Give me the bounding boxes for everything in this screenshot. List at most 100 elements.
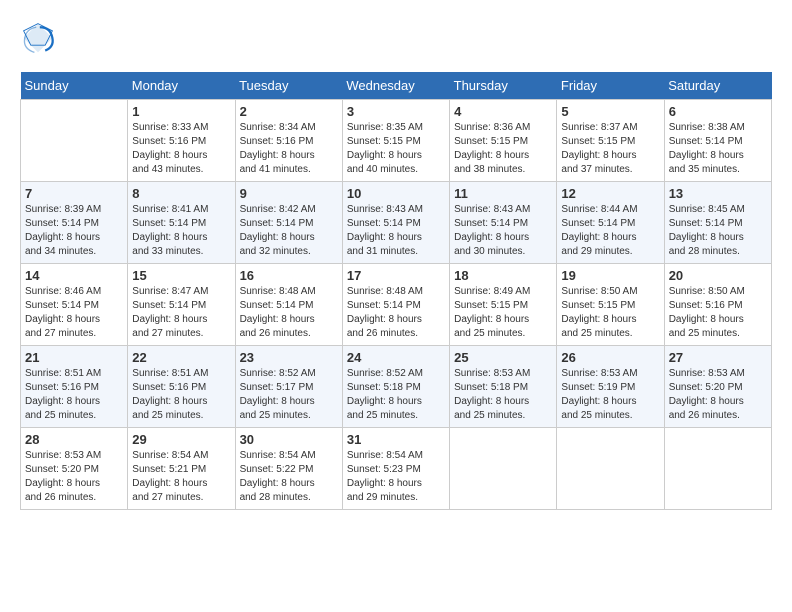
calendar-cell: 14 Sunrise: 8:46 AM Sunset: 5:14 PM Dayli… <box>21 264 128 346</box>
day-number: 16 <box>240 268 338 283</box>
day-info: Sunrise: 8:51 AM Sunset: 5:16 PM Dayligh… <box>132 367 230 423</box>
day-info: Sunrise: 8:42 AM Sunset: 5:14 PM Dayligh… <box>240 203 338 259</box>
calendar-week-row: 14 Sunrise: 8:46 AM Sunset: 5:14 PM Dayli… <box>21 264 772 346</box>
day-info: Sunrise: 8:54 AM Sunset: 5:21 PM Dayligh… <box>132 449 230 505</box>
day-number: 4 <box>454 104 552 119</box>
day-number: 28 <box>25 432 123 447</box>
day-number: 6 <box>669 104 767 119</box>
day-number: 1 <box>132 104 230 119</box>
calendar-cell <box>664 428 771 510</box>
day-info: Sunrise: 8:53 AM Sunset: 5:18 PM Dayligh… <box>454 367 552 423</box>
day-info: Sunrise: 8:45 AM Sunset: 5:14 PM Dayligh… <box>669 203 767 259</box>
day-info: Sunrise: 8:46 AM Sunset: 5:14 PM Dayligh… <box>25 285 123 341</box>
day-number: 25 <box>454 350 552 365</box>
calendar-cell: 16 Sunrise: 8:48 AM Sunset: 5:14 PM Dayli… <box>235 264 342 346</box>
day-number: 20 <box>669 268 767 283</box>
day-info: Sunrise: 8:41 AM Sunset: 5:14 PM Dayligh… <box>132 203 230 259</box>
calendar-cell: 28 Sunrise: 8:53 AM Sunset: 5:20 PM Dayli… <box>21 428 128 510</box>
calendar-cell: 27Sunrise: 8:53 AM Sunset: 5:20 PM Dayli… <box>664 346 771 428</box>
weekday-header: Sunday <box>21 72 128 100</box>
calendar-cell: 11 Sunrise: 8:43 AM Sunset: 5:14 PM Dayli… <box>450 182 557 264</box>
day-info: Sunrise: 8:54 AM Sunset: 5:22 PM Dayligh… <box>240 449 338 505</box>
day-number: 19 <box>561 268 659 283</box>
day-info: Sunrise: 8:53 AM Sunset: 5:19 PM Dayligh… <box>561 367 659 423</box>
calendar-cell: 24 Sunrise: 8:52 AM Sunset: 5:18 PM Dayli… <box>342 346 449 428</box>
calendar-cell: 17 Sunrise: 8:48 AM Sunset: 5:14 PM Dayli… <box>342 264 449 346</box>
day-number: 14 <box>25 268 123 283</box>
day-number: 8 <box>132 186 230 201</box>
day-number: 13 <box>669 186 767 201</box>
calendar-cell: 1 Sunrise: 8:33 AM Sunset: 5:16 PM Daylig… <box>128 100 235 182</box>
day-info: Sunrise: 8:35 AM Sunset: 5:15 PM Dayligh… <box>347 121 445 177</box>
weekday-header: Thursday <box>450 72 557 100</box>
day-info: Sunrise: 8:47 AM Sunset: 5:14 PM Dayligh… <box>132 285 230 341</box>
day-info: Sunrise: 8:48 AM Sunset: 5:14 PM Dayligh… <box>240 285 338 341</box>
day-info: Sunrise: 8:36 AM Sunset: 5:15 PM Dayligh… <box>454 121 552 177</box>
day-number: 31 <box>347 432 445 447</box>
day-info: Sunrise: 8:43 AM Sunset: 5:14 PM Dayligh… <box>347 203 445 259</box>
day-info: Sunrise: 8:49 AM Sunset: 5:15 PM Dayligh… <box>454 285 552 341</box>
logo-icon <box>20 20 56 56</box>
calendar-cell: 5 Sunrise: 8:37 AM Sunset: 5:15 PM Daylig… <box>557 100 664 182</box>
day-number: 30 <box>240 432 338 447</box>
calendar-cell: 25 Sunrise: 8:53 AM Sunset: 5:18 PM Dayli… <box>450 346 557 428</box>
page-header <box>20 20 772 56</box>
day-number: 24 <box>347 350 445 365</box>
day-info: Sunrise: 8:48 AM Sunset: 5:14 PM Dayligh… <box>347 285 445 341</box>
day-number: 2 <box>240 104 338 119</box>
weekday-header: Wednesday <box>342 72 449 100</box>
calendar-cell: 8 Sunrise: 8:41 AM Sunset: 5:14 PM Daylig… <box>128 182 235 264</box>
day-number: 23 <box>240 350 338 365</box>
day-info: Sunrise: 8:50 AM Sunset: 5:16 PM Dayligh… <box>669 285 767 341</box>
calendar-cell: 18 Sunrise: 8:49 AM Sunset: 5:15 PM Dayli… <box>450 264 557 346</box>
day-info: Sunrise: 8:52 AM Sunset: 5:17 PM Dayligh… <box>240 367 338 423</box>
day-number: 21 <box>25 350 123 365</box>
day-number: 29 <box>132 432 230 447</box>
day-info: Sunrise: 8:39 AM Sunset: 5:14 PM Dayligh… <box>25 203 123 259</box>
day-info: Sunrise: 8:52 AM Sunset: 5:18 PM Dayligh… <box>347 367 445 423</box>
day-number: 7 <box>25 186 123 201</box>
day-info: Sunrise: 8:38 AM Sunset: 5:14 PM Dayligh… <box>669 121 767 177</box>
calendar-cell <box>557 428 664 510</box>
logo <box>20 20 60 56</box>
day-info: Sunrise: 8:53 AM Sunset: 5:20 PM Dayligh… <box>25 449 123 505</box>
calendar-cell: 15 Sunrise: 8:47 AM Sunset: 5:14 PM Dayli… <box>128 264 235 346</box>
day-number: 5 <box>561 104 659 119</box>
day-info: Sunrise: 8:43 AM Sunset: 5:14 PM Dayligh… <box>454 203 552 259</box>
day-number: 12 <box>561 186 659 201</box>
calendar-cell: 9Sunrise: 8:42 AM Sunset: 5:14 PM Daylig… <box>235 182 342 264</box>
calendar-cell: 3 Sunrise: 8:35 AM Sunset: 5:15 PM Daylig… <box>342 100 449 182</box>
day-number: 18 <box>454 268 552 283</box>
calendar-cell: 26 Sunrise: 8:53 AM Sunset: 5:19 PM Dayli… <box>557 346 664 428</box>
day-info: Sunrise: 8:37 AM Sunset: 5:15 PM Dayligh… <box>561 121 659 177</box>
calendar-cell: 19 Sunrise: 8:50 AM Sunset: 5:15 PM Dayli… <box>557 264 664 346</box>
calendar-cell: 2Sunrise: 8:34 AM Sunset: 5:16 PM Daylig… <box>235 100 342 182</box>
calendar-cell: 6 Sunrise: 8:38 AM Sunset: 5:14 PM Daylig… <box>664 100 771 182</box>
calendar-week-row: 7 Sunrise: 8:39 AM Sunset: 5:14 PM Daylig… <box>21 182 772 264</box>
calendar-cell: 31Sunrise: 8:54 AM Sunset: 5:23 PM Dayli… <box>342 428 449 510</box>
day-number: 17 <box>347 268 445 283</box>
day-info: Sunrise: 8:33 AM Sunset: 5:16 PM Dayligh… <box>132 121 230 177</box>
weekday-header: Saturday <box>664 72 771 100</box>
day-number: 27 <box>669 350 767 365</box>
calendar-cell: 22Sunrise: 8:51 AM Sunset: 5:16 PM Dayli… <box>128 346 235 428</box>
weekday-header: Monday <box>128 72 235 100</box>
calendar-cell: 30 Sunrise: 8:54 AM Sunset: 5:22 PM Dayli… <box>235 428 342 510</box>
day-info: Sunrise: 8:50 AM Sunset: 5:15 PM Dayligh… <box>561 285 659 341</box>
calendar-week-row: 28 Sunrise: 8:53 AM Sunset: 5:20 PM Dayli… <box>21 428 772 510</box>
day-number: 11 <box>454 186 552 201</box>
calendar-week-row: 21 Sunrise: 8:51 AM Sunset: 5:16 PM Dayli… <box>21 346 772 428</box>
day-number: 3 <box>347 104 445 119</box>
calendar-table: SundayMondayTuesdayWednesdayThursdayFrid… <box>20 72 772 510</box>
calendar-cell: 12Sunrise: 8:44 AM Sunset: 5:14 PM Dayli… <box>557 182 664 264</box>
day-info: Sunrise: 8:51 AM Sunset: 5:16 PM Dayligh… <box>25 367 123 423</box>
calendar-cell: 4 Sunrise: 8:36 AM Sunset: 5:15 PM Daylig… <box>450 100 557 182</box>
calendar-cell: 7 Sunrise: 8:39 AM Sunset: 5:14 PM Daylig… <box>21 182 128 264</box>
calendar-cell: 13 Sunrise: 8:45 AM Sunset: 5:14 PM Dayli… <box>664 182 771 264</box>
day-number: 26 <box>561 350 659 365</box>
calendar-cell <box>450 428 557 510</box>
calendar-cell: 29 Sunrise: 8:54 AM Sunset: 5:21 PM Dayli… <box>128 428 235 510</box>
weekday-header-row: SundayMondayTuesdayWednesdayThursdayFrid… <box>21 72 772 100</box>
day-number: 15 <box>132 268 230 283</box>
calendar-week-row: 1 Sunrise: 8:33 AM Sunset: 5:16 PM Daylig… <box>21 100 772 182</box>
